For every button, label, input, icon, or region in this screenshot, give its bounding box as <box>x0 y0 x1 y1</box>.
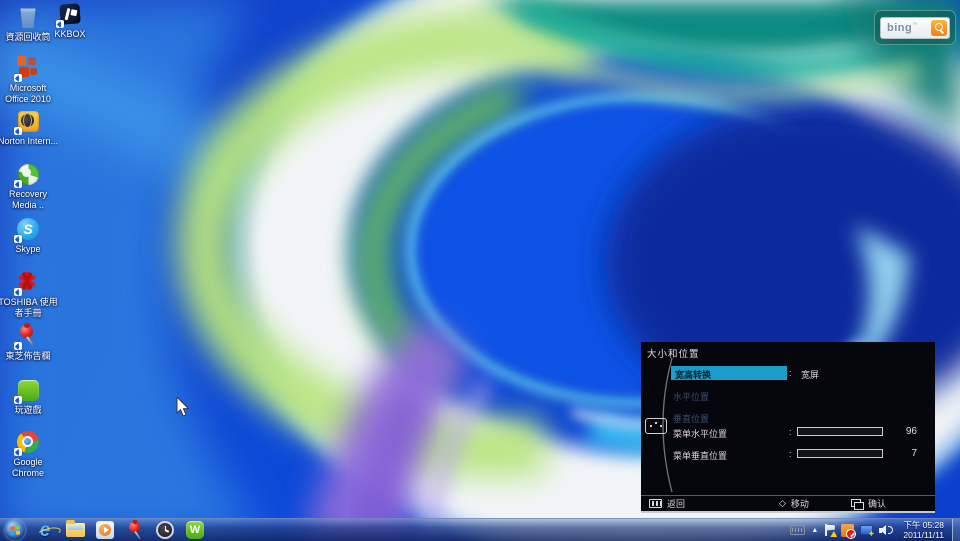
icon-label: Recovery Media .. <box>0 189 59 210</box>
games-icon: W <box>186 521 204 539</box>
shortcut-arrow-icon <box>14 288 22 296</box>
desktop-icon-toshiba-manual[interactable]: TOSHIBA 使用者手冊 <box>0 270 59 318</box>
diamond-icon: ◇ <box>779 499 786 508</box>
monitor-osd-panel: 大小和位置 宽高转换 : 宽屏 水平位置 垂直位置 菜单水平位置 : 96 菜单… <box>641 342 935 513</box>
icon-label: Norton Intern... <box>0 136 58 147</box>
bing-search-box[interactable]: bing ™ <box>880 17 950 39</box>
system-tray: ▲ 下午 05:28 2011/11/11 <box>790 519 952 541</box>
desktop-icon-games[interactable]: 玩遊戲 <box>0 378 59 416</box>
icon-label: 玩遊戲 <box>14 405 41 416</box>
network-icon[interactable] <box>860 525 873 536</box>
osd-selected-item[interactable]: 宽高转换 <box>671 366 787 380</box>
icon-label: KKBOX <box>54 29 85 40</box>
shortcut-arrow-icon <box>56 20 64 28</box>
shortcut-arrow-icon <box>14 396 22 404</box>
osd-row-aspect[interactable]: 宽高转换 : 宽屏 <box>641 367 935 381</box>
shortcut-arrow-icon <box>14 74 22 82</box>
shortcut-arrow-icon <box>14 235 22 243</box>
desktop-icon-bulletin[interactable]: 東芝佈告欄 <box>0 324 59 362</box>
desktop-icon-kkbox[interactable]: KKBOX <box>39 2 101 40</box>
clock-date: 2011/11/11 <box>903 530 944 540</box>
desktop-icon-recovery-media[interactable]: Recovery Media .. <box>0 162 59 210</box>
osd-title: 大小和位置 <box>647 346 700 360</box>
osd-slider-value: 96 <box>885 426 917 437</box>
windows-orb-icon <box>5 520 25 540</box>
shortcut-arrow-icon <box>14 448 22 456</box>
osd-row-menu-h-position[interactable]: 菜单水平位置 : 96 <box>641 426 935 440</box>
osd-confirm-hint: 确认 <box>851 497 886 510</box>
start-button[interactable] <box>0 519 30 541</box>
folder-icon <box>66 523 85 537</box>
pushpin-icon <box>126 521 145 540</box>
icon-label: 東芝佈告欄 <box>5 351 50 362</box>
desktop-icon-office[interactable]: Microsoft Office 2010 <box>0 56 59 104</box>
bing-trademark: ™ <box>912 22 917 28</box>
menu-h-position-slider[interactable] <box>797 427 883 436</box>
desktop-icon-chrome[interactable]: Google Chrome <box>0 430 59 478</box>
icon-label: Skype <box>15 244 40 255</box>
action-center-flag-icon[interactable] <box>824 524 835 536</box>
taskbar-explorer[interactable] <box>60 519 90 541</box>
shortcut-arrow-icon <box>14 342 22 350</box>
taskbar-media-player[interactable] <box>90 519 120 541</box>
icon-label: Google Chrome <box>0 457 59 478</box>
shortcut-arrow-icon <box>14 127 22 135</box>
osd-value: 宽屏 <box>801 368 819 381</box>
icon-label: TOSHIBA 使用者手冊 <box>0 297 59 318</box>
media-player-icon <box>96 521 114 539</box>
osd-move-hint: ◇ 移动 <box>779 497 809 510</box>
desktop-icon-norton[interactable]: Norton Intern... <box>0 109 59 147</box>
bing-logo: bing <box>887 22 912 34</box>
search-button[interactable] <box>931 20 947 36</box>
icon-label: Microsoft Office 2010 <box>0 83 59 104</box>
input-language-icon[interactable] <box>790 525 805 535</box>
taskbar-clock[interactable]: 下午 05:28 2011/11/11 <box>899 520 948 540</box>
taskbar: e W ▲ 下午 05:28 2011/11/11 <box>0 518 960 541</box>
osd-footer: 返回 ◇ 移动 确认 <box>641 495 935 511</box>
show-hidden-icons-button[interactable]: ▲ <box>811 527 818 534</box>
menu-v-position-slider[interactable] <box>797 449 883 458</box>
osd-row-menu-v-position[interactable]: 菜单垂直位置 : 7 <box>641 448 935 462</box>
warning-badge <box>830 531 837 537</box>
osd-back-hint: 返回 <box>649 497 685 510</box>
taskbar-bulletin[interactable] <box>120 519 150 541</box>
osd-slider-value: 7 <box>885 448 917 459</box>
osd-row-hposition: 水平位置 <box>641 389 935 403</box>
shortcut-arrow-icon <box>14 180 22 188</box>
desktop[interactable]: 資源回收筒 KKBOX Microsoft Office 2010 Norton… <box>0 0 960 541</box>
desktop-icon-skype[interactable]: S Skype <box>0 217 59 255</box>
confirm-icon <box>851 499 863 508</box>
internet-explorer-icon: e <box>40 521 51 540</box>
volume-icon[interactable] <box>879 524 893 536</box>
taskbar-games[interactable]: W <box>180 519 210 541</box>
taskbar-ie[interactable]: e <box>30 519 60 541</box>
osd-row-vposition: 垂直位置 <box>641 411 935 425</box>
taskbar-clock-utility[interactable] <box>150 519 180 541</box>
recycle-bin-icon <box>19 6 37 28</box>
show-desktop-button[interactable] <box>952 519 960 541</box>
clock-utility-icon <box>156 521 174 539</box>
menu-bars-icon <box>649 499 662 508</box>
clock-time: 下午 05:28 <box>903 520 944 530</box>
bing-search-gadget[interactable]: bing ™ <box>874 10 956 45</box>
security-alert-icon[interactable] <box>841 524 854 537</box>
